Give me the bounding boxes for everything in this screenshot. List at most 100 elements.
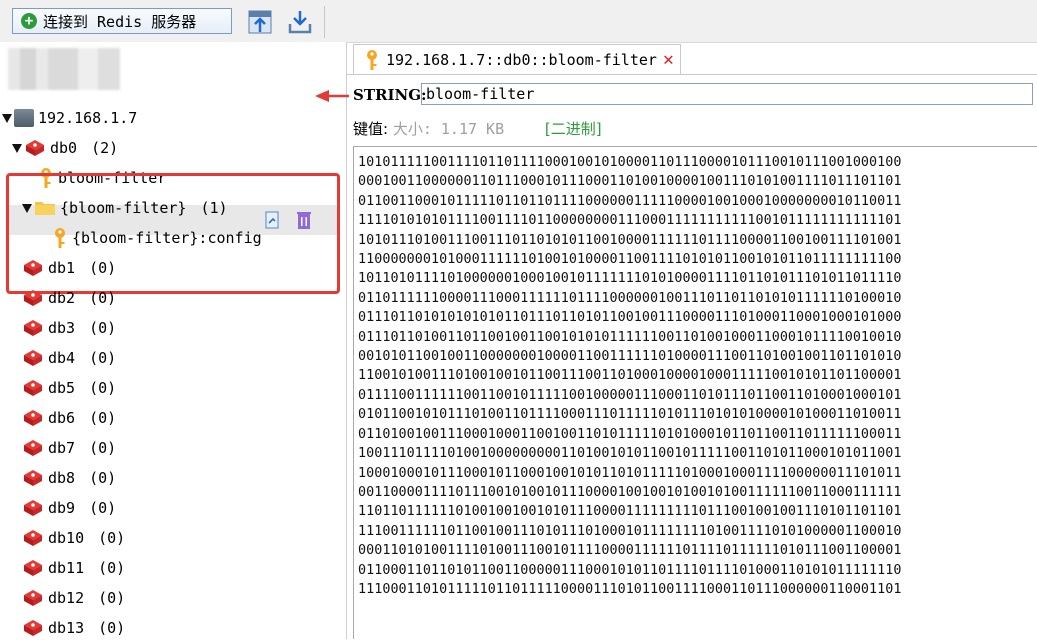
db-label: db13 (48, 619, 85, 637)
tree-db-db5[interactable]: db5 (0) (22, 373, 116, 403)
copy-key-icon[interactable] (264, 210, 282, 230)
key-name-input[interactable]: bloom-filter (421, 83, 1033, 105)
trash-icon[interactable] (295, 210, 313, 230)
key-icon (367, 49, 377, 70)
db-label: db1 (48, 259, 76, 277)
value-line: 0001001100000011011100010111000110100100… (358, 174, 902, 190)
tab-key-detail[interactable]: 192.168.1.7::db0::bloom-filter ✕ (353, 44, 681, 74)
tab-title: 192.168.1.7::db0::bloom-filter (386, 50, 657, 69)
tree-db-db8[interactable]: db8 (0) (22, 463, 116, 493)
blurred-connection-entry (8, 48, 120, 90)
connect-button-label: 连接到 Redis 服务器 (43, 12, 197, 31)
redis-db-icon (24, 320, 42, 336)
tree-key-bloom-filter-config[interactable]: {bloom-filter}:config (52, 223, 262, 253)
tree-db-db12[interactable]: db12 (0) (22, 583, 125, 613)
key-icon (55, 228, 65, 248)
redis-db-icon (24, 440, 42, 456)
db-label: db6 (48, 409, 76, 427)
key-icon (41, 168, 51, 188)
tree-folder-bloom-filter[interactable]: {bloom-filter} (1) (22, 193, 228, 223)
value-line: 1100101001110100100101100111001101000100… (358, 368, 902, 384)
tree-db-db2[interactable]: db2 (0) (22, 283, 116, 313)
value-line: 0111011010011011001001100101010111111001… (358, 329, 902, 345)
tab-strip-border (347, 74, 1037, 75)
redis-db-icon (24, 410, 42, 426)
server-label: 192.168.1.7 (38, 109, 138, 127)
db-count: (0) (89, 259, 117, 277)
value-line: 1010111110011110110111100010010100001101… (358, 155, 902, 170)
db-count: (2) (91, 139, 119, 157)
expand-triangle-icon[interactable] (22, 203, 32, 213)
db-count: (0) (98, 589, 126, 607)
expand-triangle-icon[interactable] (2, 113, 12, 123)
key-detail-panel: 192.168.1.7::db0::bloom-filter ✕ STRING:… (315, 42, 1037, 639)
import-icon[interactable] (246, 8, 274, 36)
tree-key-bloom-filter[interactable]: bloom-filter (38, 163, 166, 193)
tree-db-db4[interactable]: db4 (0) (22, 343, 116, 373)
binary-format-link[interactable]: [二进制] (545, 120, 602, 138)
value-line: 0110100100111000100011001001101011111010… (358, 426, 902, 442)
toolbar-separator (324, 6, 325, 38)
value-line: 0110001101101011001100000111000101011011… (358, 562, 902, 578)
value-line: 0111011010101010101101110110101100100111… (358, 310, 902, 326)
server-node[interactable]: 192.168.1.7 (2, 103, 137, 133)
connect-server-button[interactable]: + 连接到 Redis 服务器 (12, 8, 232, 34)
value-meta-row: 键值: 大小: 1.17 KB [二进制] (353, 118, 602, 139)
expand-triangle-icon[interactable] (12, 143, 22, 153)
db-label: db5 (48, 379, 76, 397)
value-label: 键值: (353, 120, 389, 138)
key-type-label: STRING: (353, 86, 427, 104)
value-line: 1110001101011111011011111000011101011001… (358, 581, 902, 597)
value-line: 0011000011110111001010010111000010010010… (358, 484, 902, 500)
redis-db-icon (26, 140, 44, 156)
db-label: db2 (48, 289, 76, 307)
db-count: (0) (89, 469, 117, 487)
value-line: 0110111111000011100011111101111000000100… (358, 290, 902, 306)
tree-db-db3[interactable]: db3 (0) (22, 313, 116, 343)
db-label: db9 (48, 499, 76, 517)
db-label: db12 (48, 589, 85, 607)
db-label: db0 (50, 139, 78, 157)
redis-db-icon (24, 620, 42, 636)
export-icon[interactable] (286, 8, 314, 36)
redis-db-icon (24, 470, 42, 486)
db-label: db3 (48, 319, 76, 337)
db-label: db11 (48, 559, 85, 577)
tree-db-db11[interactable]: db11 (0) (22, 553, 125, 583)
redis-db-icon (24, 260, 42, 276)
value-line: 1101101111110100100100101011100001111111… (358, 504, 902, 520)
value-line: 0001101010011110100111001011110000111111… (358, 543, 902, 559)
db-label: db4 (48, 349, 76, 367)
tree-db-db1[interactable]: db1 (0) (22, 253, 116, 283)
redis-db-icon (24, 500, 42, 516)
db-count: (0) (89, 499, 117, 517)
server-icon (14, 109, 34, 127)
db-count: (0) (89, 289, 117, 307)
value-size: 大小: 1.17 KB (392, 120, 505, 138)
value-line: 1100000001010001111110100101000011001111… (358, 252, 902, 268)
value-line: 1010111010011100111011010101100100001111… (358, 232, 902, 248)
redis-db-icon (24, 290, 42, 306)
close-tab-icon[interactable]: ✕ (663, 49, 674, 70)
db-count: (0) (89, 379, 117, 397)
db-count: (0) (98, 529, 126, 547)
redis-db-icon (24, 560, 42, 576)
value-line: 1110011111101100100111010111010001011111… (358, 523, 902, 539)
key-label: bloom-filter (58, 169, 167, 187)
value-line: 1001110111101001000000000110100101011001… (358, 446, 902, 462)
db-count: (0) (89, 409, 117, 427)
db-label: db7 (48, 439, 76, 457)
connection-tree-panel[interactable]: 192.168.1.7 db0 (2) bloom-filter {bloom-… (0, 42, 347, 639)
db-count: (0) (98, 619, 126, 637)
tree-db-db9[interactable]: db9 (0) (22, 493, 116, 523)
value-line: 1011010111101000000100010010111111101010… (358, 271, 902, 287)
value-line: 0101100101011101001101111000111011111010… (358, 407, 902, 423)
tree-db-db10[interactable]: db10 (0) (22, 523, 125, 553)
db-label: db8 (48, 469, 76, 487)
plus-circle-icon: + (21, 13, 37, 29)
tree-db-db6[interactable]: db6 (0) (22, 403, 116, 433)
value-text-area[interactable]: 1010111110011110110111100010010100001101… (353, 146, 1037, 639)
tree-db-db7[interactable]: db7 (0) (22, 433, 116, 463)
tree-db-db0[interactable]: db0 (2) (12, 133, 118, 163)
folder-icon (35, 202, 55, 215)
